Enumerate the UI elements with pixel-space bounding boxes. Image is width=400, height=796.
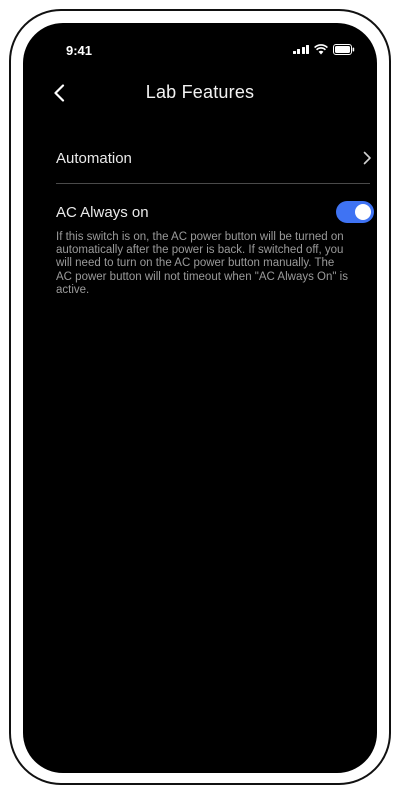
page-title: Lab Features bbox=[145, 82, 255, 102]
ac-always-on-label: AC Always on bbox=[56, 203, 149, 221]
notch bbox=[115, 23, 303, 53]
battery-icon bbox=[333, 43, 355, 55]
automation-label: Automation bbox=[56, 149, 132, 167]
app-screen: 9:41 Lab Features Automation AC Always o… bbox=[23, 23, 377, 773]
automation-row[interactable]: Automation bbox=[56, 143, 372, 173]
divider bbox=[56, 183, 370, 184]
status-icons bbox=[292, 43, 356, 55]
toggle-knob bbox=[355, 204, 371, 220]
chevron-right-icon bbox=[363, 151, 371, 165]
signal-icon bbox=[292, 44, 309, 54]
status-time: 9:41 bbox=[66, 43, 93, 58]
ac-always-on-description: If this switch is on, the AC power butto… bbox=[56, 231, 348, 296]
ac-always-on-toggle[interactable] bbox=[336, 201, 374, 223]
nav-header: Lab Features bbox=[23, 79, 377, 107]
ac-always-on-row: AC Always on bbox=[56, 199, 374, 225]
wifi-icon bbox=[314, 43, 328, 55]
